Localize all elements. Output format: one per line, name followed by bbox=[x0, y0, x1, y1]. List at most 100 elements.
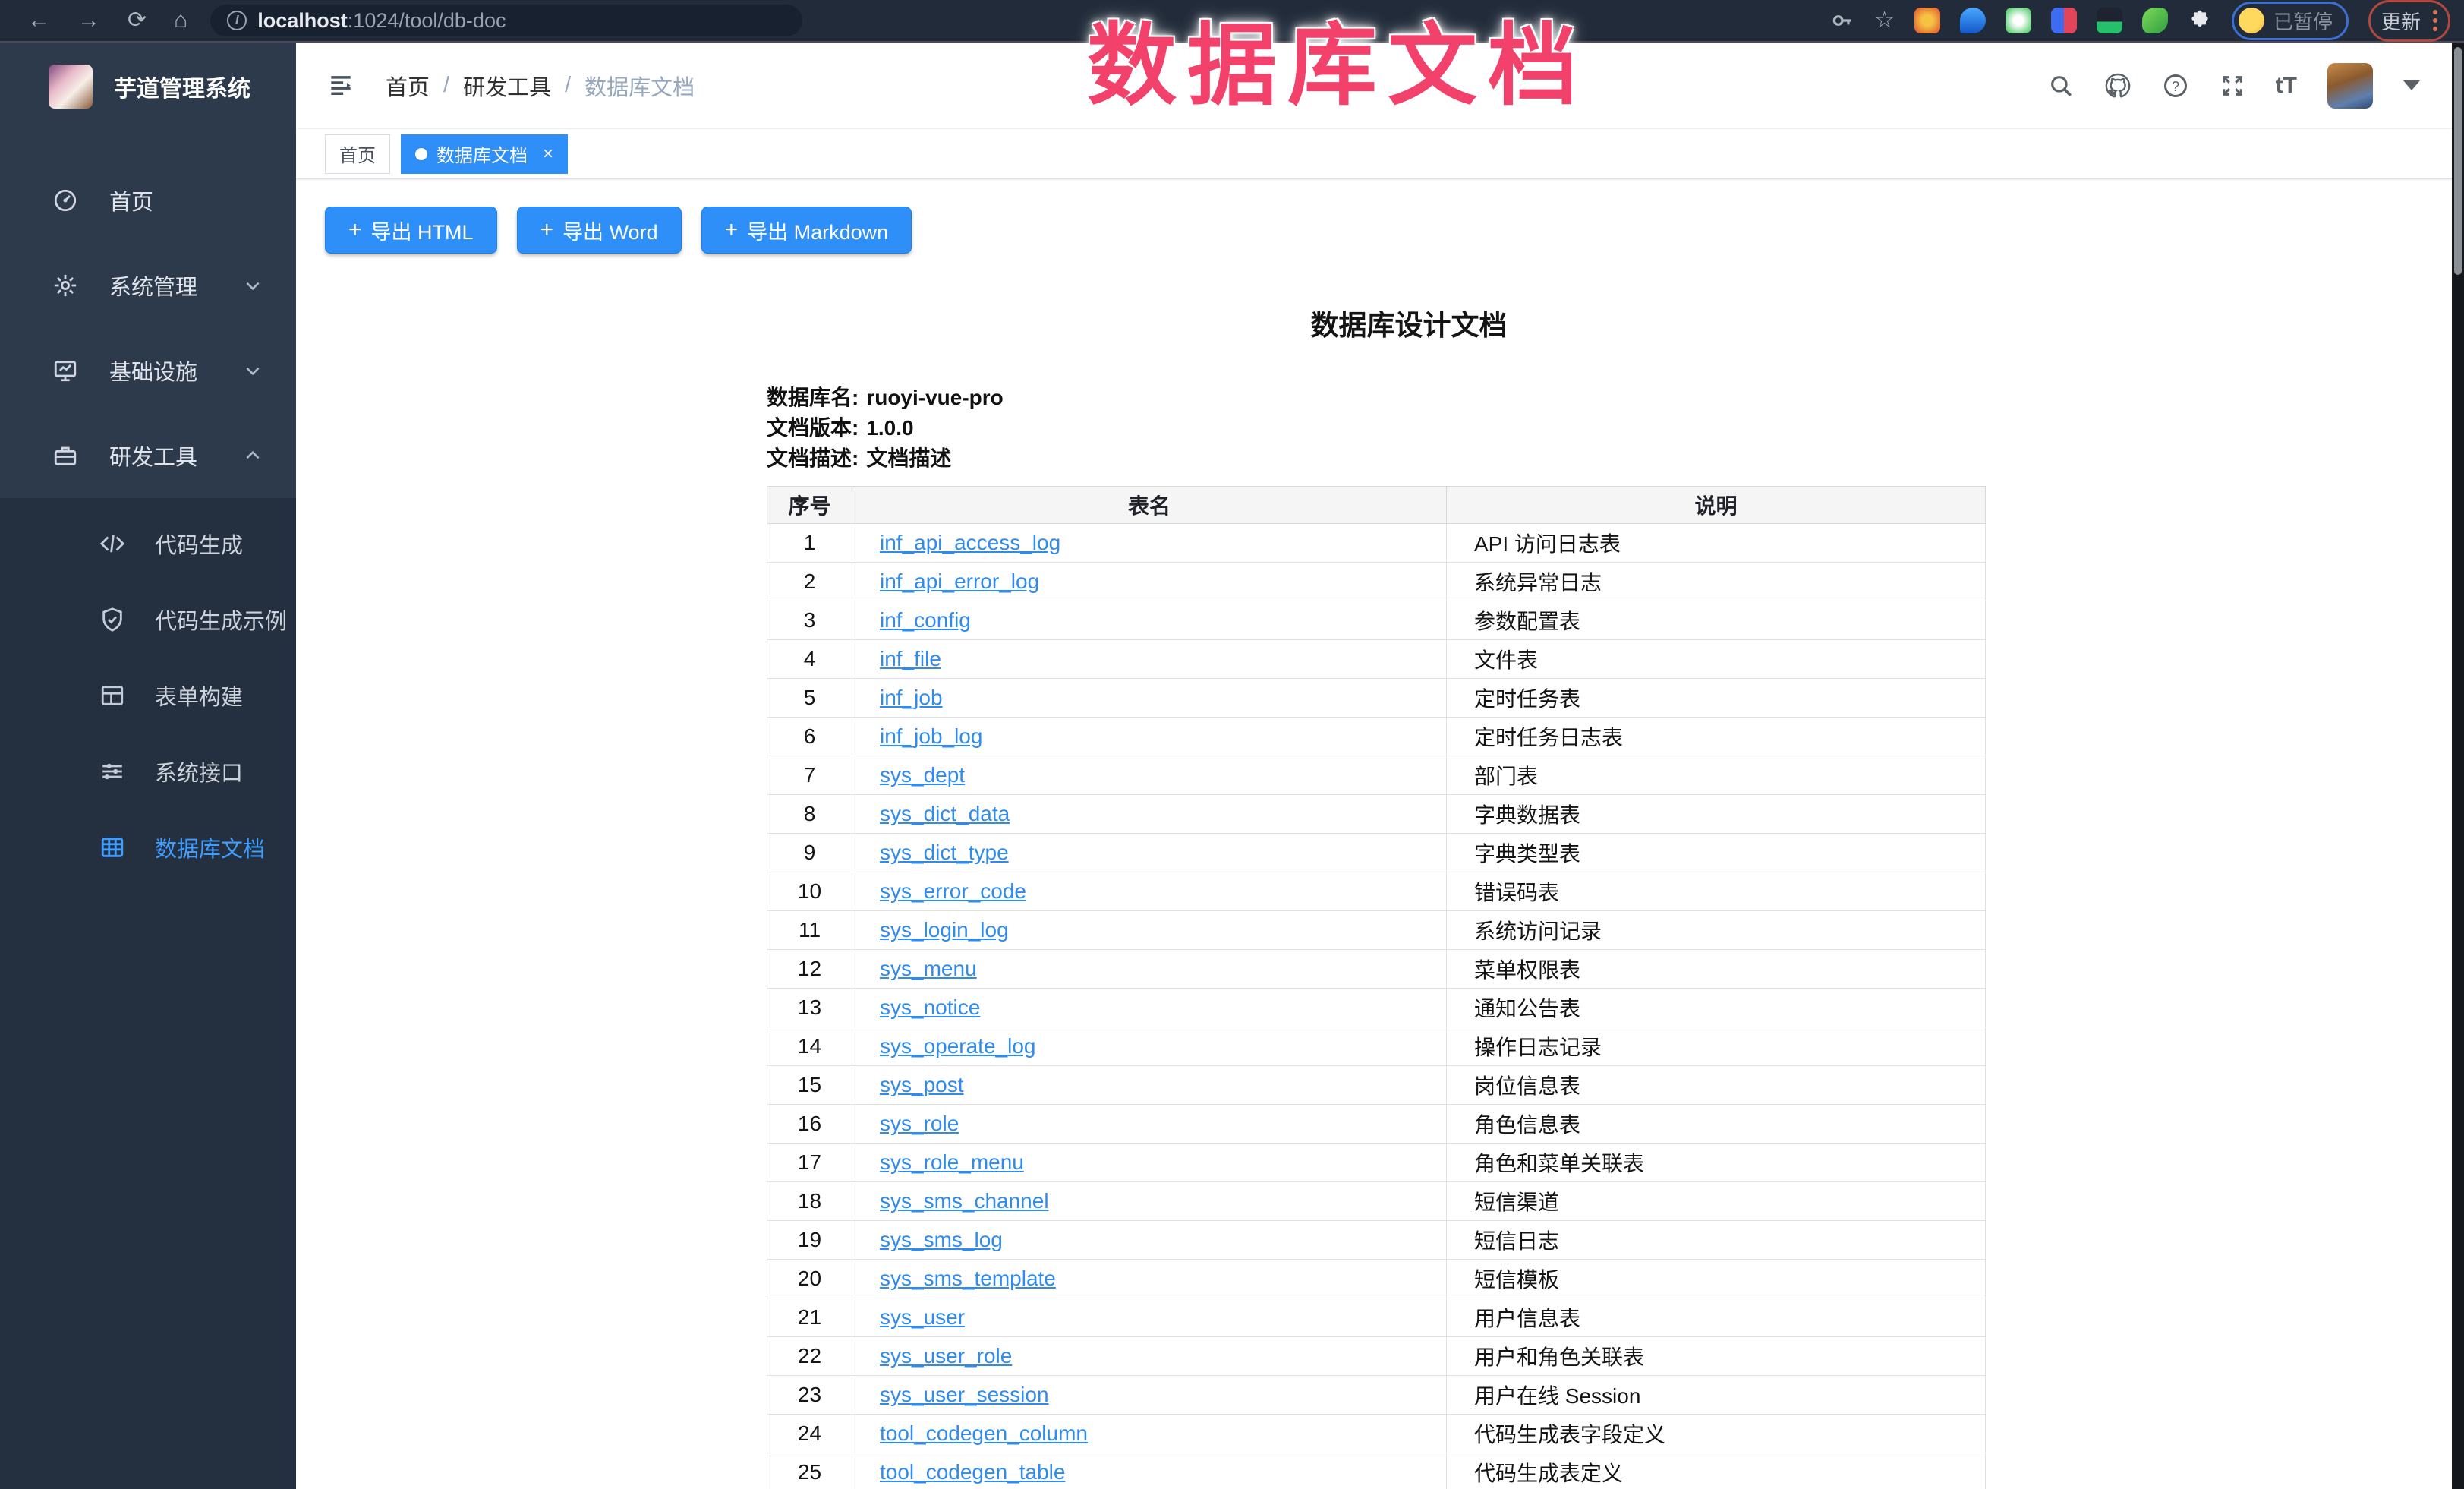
table-row: 20sys_sms_template短信模板 bbox=[767, 1260, 1986, 1298]
chevron-down-icon bbox=[243, 361, 263, 380]
font-size-icon[interactable]: tT bbox=[2276, 73, 2297, 99]
row-table-name-cell: inf_api_access_log bbox=[852, 524, 1447, 563]
table-row: 24tool_codegen_column代码生成表字段定义 bbox=[767, 1415, 1986, 1453]
sidebar-collapse-icon[interactable] bbox=[326, 71, 355, 100]
table-name-link[interactable]: sys_user bbox=[880, 1305, 965, 1329]
row-index: 16 bbox=[767, 1105, 852, 1144]
export-markdown-button[interactable]: + 导出 Markdown bbox=[701, 207, 912, 254]
table-name-link[interactable]: sys_user_role bbox=[880, 1344, 1012, 1368]
table-name-link[interactable]: sys_menu bbox=[880, 957, 977, 980]
search-icon[interactable] bbox=[2048, 73, 2074, 99]
extensions-puzzle-icon[interactable] bbox=[2188, 8, 2212, 33]
export-html-button[interactable]: + 导出 HTML bbox=[325, 207, 497, 254]
browser-update-chip[interactable]: 更新 bbox=[2368, 0, 2450, 42]
table-row: 10sys_error_code错误码表 bbox=[767, 872, 1986, 911]
row-index: 23 bbox=[767, 1376, 852, 1415]
sidebar-item-infrastructure[interactable]: 基础设施 bbox=[0, 328, 296, 413]
back-icon[interactable]: ← bbox=[27, 9, 50, 32]
table-name-link[interactable]: inf_file bbox=[880, 647, 941, 670]
scrollbar-thumb[interactable] bbox=[2454, 47, 2462, 275]
close-icon[interactable]: × bbox=[543, 144, 553, 165]
row-table-name-cell: sys_notice bbox=[852, 989, 1447, 1027]
sidebar-item-system[interactable]: 系统管理 bbox=[0, 243, 296, 328]
plus-icon: + bbox=[348, 217, 362, 243]
row-description: 错误码表 bbox=[1447, 872, 1986, 911]
breadcrumb-devtools[interactable]: 研发工具 bbox=[463, 70, 551, 102]
sidebar-item-db-doc[interactable]: 数据库文档 bbox=[0, 809, 296, 885]
extension-icon[interactable] bbox=[2142, 8, 2168, 33]
export-word-button[interactable]: + 导出 Word bbox=[517, 207, 682, 254]
row-description: 参数配置表 bbox=[1447, 601, 1986, 640]
dashboard-icon bbox=[50, 188, 80, 213]
row-description: 用户在线 Session bbox=[1447, 1376, 1986, 1415]
table-icon bbox=[96, 834, 129, 860]
tag-db-doc[interactable]: 数据库文档 × bbox=[401, 134, 568, 174]
extension-icon[interactable] bbox=[2006, 8, 2031, 33]
table-row: 1inf_api_access_logAPI 访问日志表 bbox=[767, 524, 1986, 563]
sidebar-item-codegen[interactable]: 代码生成 bbox=[0, 506, 296, 582]
breadcrumb-home[interactable]: 首页 bbox=[386, 70, 430, 102]
home-icon[interactable]: ⌂ bbox=[174, 9, 187, 32]
table-row: 8sys_dict_data字典数据表 bbox=[767, 795, 1986, 834]
extension-icon[interactable] bbox=[2097, 8, 2122, 33]
table-name-link[interactable]: sys_login_log bbox=[880, 918, 1009, 942]
browser-profile-chip[interactable]: 已暂停 bbox=[2232, 2, 2349, 40]
browser-menu-icon[interactable] bbox=[2433, 10, 2437, 31]
table-name-link[interactable]: sys_dict_data bbox=[880, 802, 1010, 825]
site-info-icon[interactable]: i bbox=[227, 11, 247, 30]
table-name-link[interactable]: sys_dict_type bbox=[880, 841, 1009, 864]
user-avatar[interactable] bbox=[2327, 63, 2373, 109]
chevron-down-icon bbox=[243, 276, 263, 295]
breadcrumb: 首页 / 研发工具 / 数据库文档 bbox=[386, 70, 695, 102]
password-key-icon[interactable] bbox=[1830, 8, 1854, 33]
table-name-link[interactable]: sys_user_session bbox=[880, 1383, 1049, 1406]
sidebar-item-devtools[interactable]: 研发工具 bbox=[0, 413, 296, 498]
address-bar[interactable]: i localhost:1024/tool/db-doc bbox=[210, 5, 802, 36]
sidebar-item-api[interactable]: 系统接口 bbox=[0, 733, 296, 809]
table-name-link[interactable]: sys_role bbox=[880, 1112, 959, 1135]
table-name-link[interactable]: sys_error_code bbox=[880, 879, 1026, 903]
table-name-link[interactable]: inf_config bbox=[880, 608, 971, 632]
table-name-link[interactable]: sys_sms_channel bbox=[880, 1189, 1049, 1213]
table-row: 7sys_dept部门表 bbox=[767, 756, 1986, 795]
extension-icon[interactable] bbox=[1914, 8, 1940, 33]
row-description: 短信模板 bbox=[1447, 1260, 1986, 1298]
col-header-table-name: 表名 bbox=[852, 487, 1447, 524]
reload-icon[interactable]: ⟳ bbox=[128, 9, 147, 32]
table-name-link[interactable]: sys_role_menu bbox=[880, 1150, 1024, 1174]
table-name-link[interactable]: sys_notice bbox=[880, 995, 980, 1019]
table-name-link[interactable]: inf_api_access_log bbox=[880, 531, 1060, 554]
table-name-link[interactable]: tool_codegen_table bbox=[880, 1460, 1065, 1484]
tag-home[interactable]: 首页 bbox=[325, 134, 390, 174]
table-name-link[interactable]: inf_api_error_log bbox=[880, 569, 1039, 593]
page-scrollbar[interactable] bbox=[2452, 43, 2464, 1489]
table-row: 25tool_codegen_table代码生成表定义 bbox=[767, 1453, 1986, 1489]
table-name-link[interactable]: tool_codegen_column bbox=[880, 1421, 1088, 1445]
sidebar-item-form-builder[interactable]: 表单构建 bbox=[0, 658, 296, 733]
table-name-link[interactable]: inf_job_log bbox=[880, 724, 982, 748]
row-table-name-cell: sys_operate_log bbox=[852, 1027, 1447, 1066]
table-row: 15sys_post岗位信息表 bbox=[767, 1066, 1986, 1105]
sidebar-item-codegen-demo[interactable]: 代码生成示例 bbox=[0, 582, 296, 658]
fullscreen-icon[interactable] bbox=[2220, 73, 2245, 99]
bookmark-star-icon[interactable]: ☆ bbox=[1874, 9, 1895, 32]
forward-icon[interactable]: → bbox=[77, 9, 100, 32]
github-icon[interactable] bbox=[2104, 72, 2132, 99]
table-name-link[interactable]: sys_dept bbox=[880, 763, 965, 787]
table-name-link[interactable]: sys_post bbox=[880, 1073, 964, 1096]
code-icon bbox=[96, 531, 129, 557]
table-name-link[interactable]: sys_operate_log bbox=[880, 1034, 1035, 1058]
table-name-link[interactable]: sys_sms_log bbox=[880, 1228, 1003, 1251]
help-icon[interactable]: ? bbox=[2162, 72, 2189, 99]
app-logo-row[interactable]: 芋道管理系统 bbox=[0, 43, 296, 131]
monitor-icon bbox=[50, 358, 80, 383]
breadcrumb-current: 数据库文档 bbox=[584, 70, 695, 102]
extension-icon[interactable] bbox=[1960, 8, 1986, 33]
table-name-link[interactable]: sys_sms_template bbox=[880, 1267, 1056, 1290]
extension-icon[interactable] bbox=[2051, 8, 2077, 33]
row-index: 3 bbox=[767, 601, 852, 640]
table-name-link[interactable]: inf_job bbox=[880, 686, 943, 709]
sidebar-item-label: 系统管理 bbox=[109, 270, 197, 301]
sidebar-item-home[interactable]: 首页 bbox=[0, 158, 296, 243]
user-menu-caret-icon[interactable] bbox=[2403, 80, 2420, 90]
